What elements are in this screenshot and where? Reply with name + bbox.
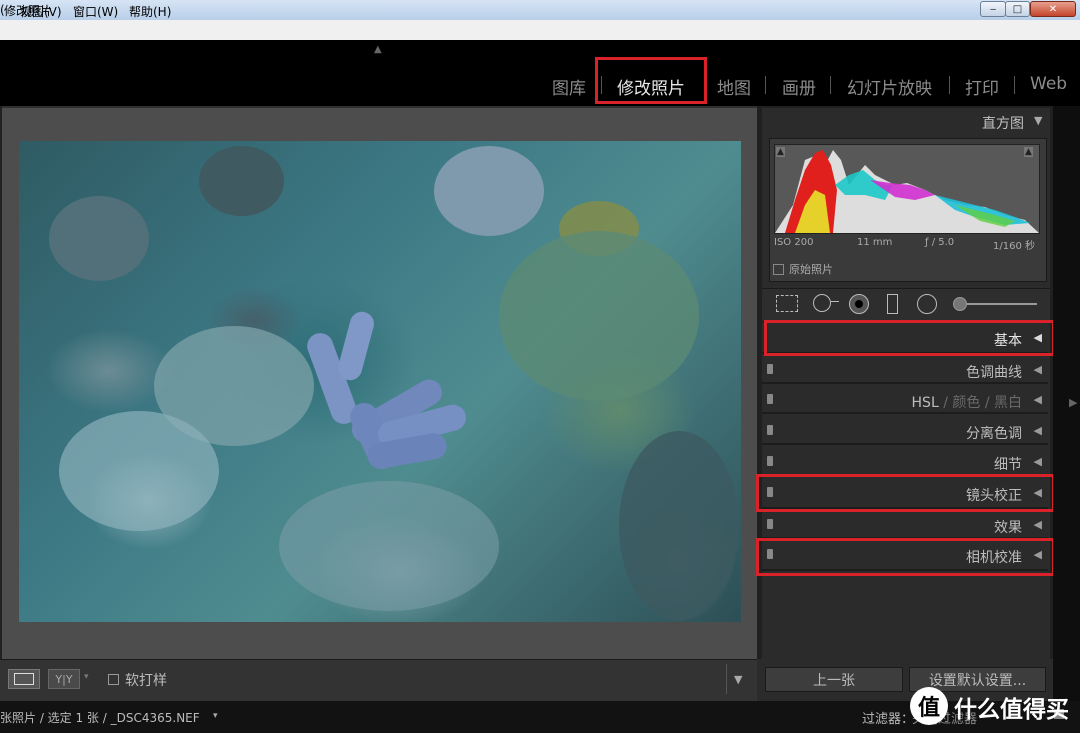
module-map[interactable]: 地图 [717,74,751,99]
photo-underwater-coral[interactable] [19,141,741,622]
toolbar-options-dropdown-icon[interactable]: ▼ [734,673,742,686]
panel-hsl[interactable]: HSL / 颜色 / 黑白 ◀ [762,388,1048,414]
exif-shutter: 1/160 秒 [993,241,1035,252]
panel-tone-curve[interactable]: 色调曲线 ◀ [762,358,1048,384]
previous-button[interactable]: 上一张 [765,667,903,692]
module-library[interactable]: 图库 [552,74,586,99]
exif-iso: ISO 200 [774,237,814,248]
module-print[interactable]: 打印 [965,74,999,99]
panel-hsl-label: HSL / 颜色 / 黑白 [912,392,1022,412]
hsl-tab[interactable]: HSL [912,395,939,411]
panel-toggle-switch[interactable] [767,394,773,404]
radial-filter-icon[interactable] [917,294,937,314]
develop-tool-strip [762,288,1050,322]
graduated-filter-icon[interactable] [887,294,898,314]
before-after-view-button[interactable]: Y|Y [48,669,80,689]
module-separator [949,76,950,94]
panel-collapse-icon[interactable]: ◀ [1034,424,1042,437]
original-photo-checkbox[interactable] [773,264,784,275]
crop-tool-icon[interactable] [776,295,798,312]
module-separator [830,76,831,94]
menu-bar [0,20,1080,41]
histogram-graph[interactable] [774,144,1040,234]
filter-label: 过滤器： [862,712,915,727]
shadow-clipping-indicator[interactable]: ▲ [776,147,785,157]
maximize-button[interactable]: □ [1005,1,1030,17]
spot-removal-arrow [831,301,839,302]
red-eye-icon[interactable] [849,294,869,314]
panel-split-toning-label: 分离色调 [966,426,1022,442]
module-separator [765,76,766,94]
hsl-separator: / [943,395,948,411]
hsl-separator: / [984,395,990,411]
histogram-collapse-icon[interactable]: ▼ [1034,114,1042,127]
collapse-right-panel-icon[interactable]: ▶ [1069,396,1077,409]
module-slideshow[interactable]: 幻灯片放映 [847,74,932,99]
module-develop[interactable]: 修改照片 [617,74,685,99]
collapse-top-panel-icon[interactable]: ▲ [374,44,382,55]
menu-item-window[interactable]: 窗口(W) [73,3,118,20]
panel-split-toning[interactable]: 分离色调 ◀ [762,419,1048,445]
close-button[interactable]: ✕ [1030,1,1076,17]
panel-tone-curve-label: 色调曲线 [966,365,1022,381]
original-photo-label: 原始照片 [789,263,833,276]
panel-effects-label: 效果 [994,520,1022,536]
panel-toggle-switch[interactable] [767,364,773,374]
before-after-dropdown-icon[interactable]: ▾ [84,672,89,682]
watermark-logo: 值 [910,687,948,725]
loupe-view-icon [14,673,34,685]
filmstrip-info[interactable]: 张照片 / 选定 1 张 / _DSC4365.NEF [0,709,200,726]
watermark-text: 什么值得买 [954,697,1069,723]
panel-toggle-switch[interactable] [767,456,773,466]
module-web[interactable]: Web [1030,74,1067,94]
highlight-box-lens [756,474,1055,512]
color-tab[interactable]: 颜色 [952,395,980,411]
toolbar-divider [726,664,727,694]
filmstrip-source-dropdown-icon[interactable]: ▾ [213,711,218,721]
panel-collapse-icon[interactable]: ◀ [1034,455,1042,468]
soft-proof-checkbox[interactable] [108,674,119,685]
panel-collapse-icon[interactable]: ◀ [1034,518,1042,531]
panel-effects[interactable]: 效果 ◀ [762,513,1048,539]
adjustment-brush-slider[interactable] [967,303,1037,305]
soft-proof-label: 软打样 [125,673,167,689]
panel-detail-label: 细节 [994,457,1022,473]
panel-toggle-switch[interactable] [767,425,773,435]
adjustment-brush-icon[interactable] [953,297,967,311]
panel-toggle-switch[interactable] [767,519,773,529]
module-separator [1014,76,1015,94]
minimize-button[interactable]: ‒ [980,1,1006,17]
menu-item-help[interactable]: 帮助(H) [129,3,171,20]
panel-collapse-icon[interactable]: ◀ [1034,363,1042,376]
exif-focal-length: 11 mm [857,237,893,248]
left-panel-edge[interactable] [0,106,2,659]
module-book[interactable]: 画册 [782,74,816,99]
panel-detail[interactable]: 细节 ◀ [762,450,1048,476]
exif-aperture: ƒ / 5.0 [925,237,955,248]
bw-tab[interactable]: 黑白 [994,395,1022,411]
highlight-clipping-indicator[interactable]: ▲ [1024,147,1033,157]
histogram-title[interactable]: 直方图 [982,113,1024,133]
highlight-box-camera [756,538,1055,576]
spot-removal-icon[interactable] [813,294,831,312]
menu-item-partial[interactable]: ( [0,3,5,17]
panel-collapse-icon[interactable]: ◀ [1034,393,1042,406]
menu-item-view[interactable]: 视图(V) [20,3,62,20]
highlight-box-basic [764,320,1055,356]
